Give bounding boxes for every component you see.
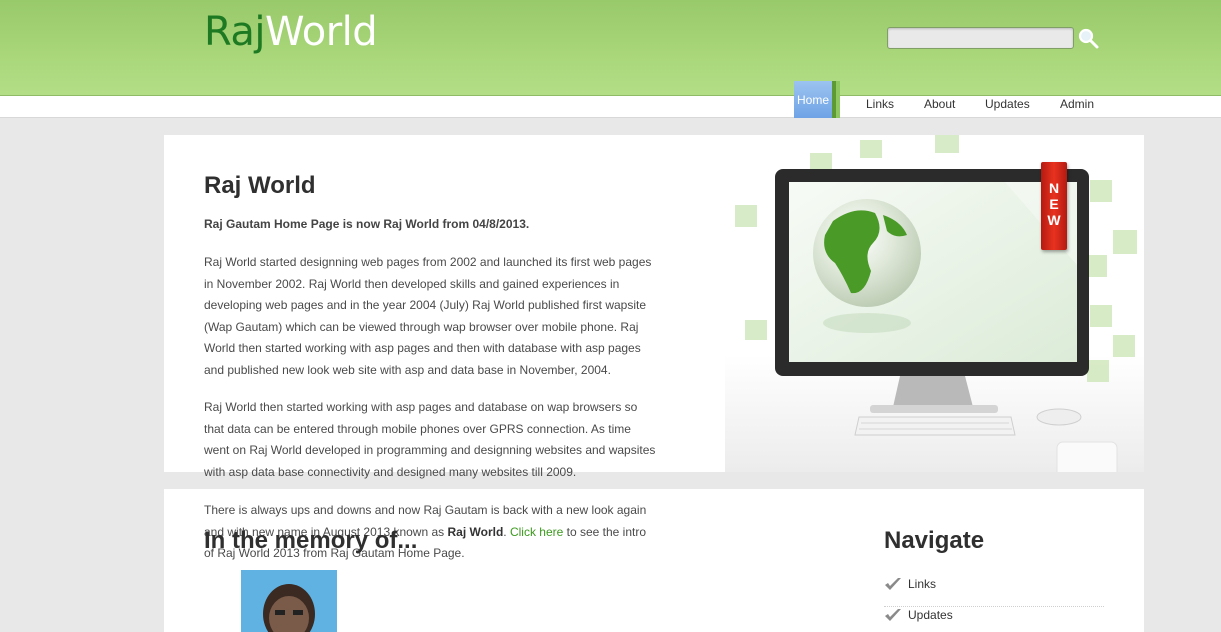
- search-button[interactable]: [1077, 27, 1101, 51]
- nav-admin[interactable]: Admin: [1060, 97, 1094, 119]
- sidebar-item-links[interactable]: Links: [884, 577, 1104, 607]
- navigate-heading: Navigate: [884, 527, 985, 554]
- memory-photo: [241, 570, 337, 632]
- click-here-link[interactable]: Click here: [510, 525, 563, 539]
- paragraph-history-2: Raj World then started working with asp …: [204, 400, 656, 479]
- logo-world: World: [265, 9, 378, 55]
- computer-illustration: [725, 135, 1144, 472]
- new-badge-letter: N: [1048, 180, 1060, 196]
- new-badge: N E W: [1041, 162, 1067, 250]
- search-icon: [1078, 28, 1099, 49]
- new-badge-letter: W: [1047, 212, 1061, 228]
- check-icon: [885, 578, 901, 590]
- portrait-image: [241, 570, 337, 632]
- page-title: Raj World: [204, 172, 316, 199]
- nav-updates[interactable]: Updates: [985, 97, 1030, 119]
- site-logo[interactable]: RajWorld: [204, 9, 378, 55]
- intro-text: Raj Gautam Home Page is now Raj World fr…: [204, 217, 530, 231]
- nav-links[interactable]: Links: [866, 97, 894, 119]
- nav-home[interactable]: Home: [794, 81, 840, 118]
- search-input[interactable]: [887, 27, 1074, 49]
- banner-image: N E W: [725, 135, 1144, 472]
- check-icon: [885, 609, 901, 621]
- logo-raj: Raj: [204, 9, 266, 55]
- sidebar-item-updates[interactable]: Updates: [884, 608, 1104, 632]
- sidebar-item-label: Links: [908, 577, 937, 591]
- memory-heading: In the memory of...: [204, 527, 418, 554]
- raj-world-bold: Raj World: [447, 524, 504, 539]
- new-badge-letter: E: [1049, 196, 1059, 212]
- nav-about[interactable]: About: [924, 97, 955, 119]
- sidebar-item-label: Updates: [908, 608, 953, 622]
- paragraph-history-1: Raj World started designning web pages f…: [204, 255, 652, 377]
- nav-bar: [0, 96, 1221, 118]
